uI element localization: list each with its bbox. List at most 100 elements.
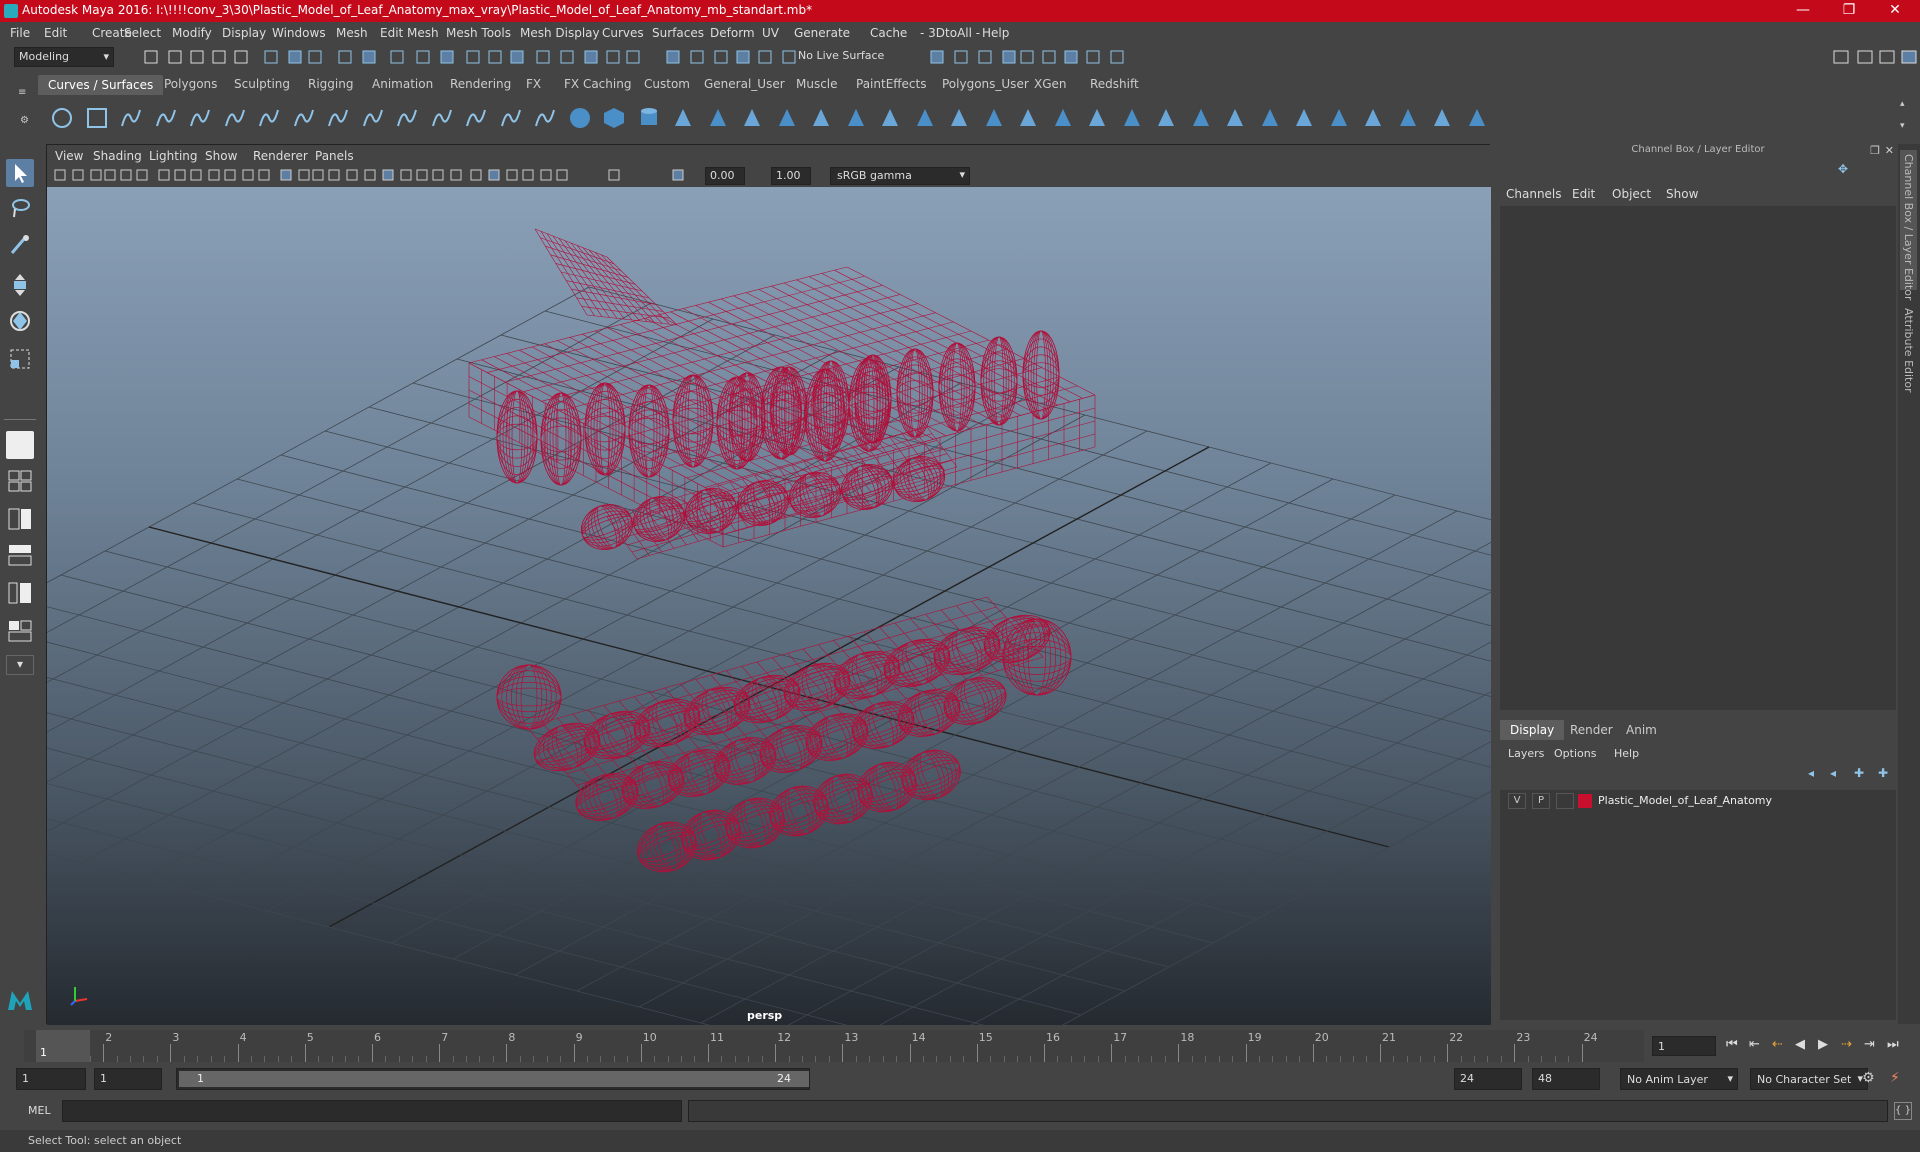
- extrude-icon[interactable]: [878, 106, 902, 130]
- select-object-icon[interactable]: [286, 48, 304, 66]
- time-slider[interactable]: 1234567891011121314151617181920212223241…: [0, 1030, 1920, 1062]
- step-forward-frame-icon[interactable]: ⇥: [1864, 1037, 1875, 1052]
- exposure-icon[interactable]: [555, 168, 569, 182]
- layer-menu-layers[interactable]: Layers: [1508, 747, 1544, 760]
- move-layer-down-icon[interactable]: ◂: [1830, 766, 1836, 780]
- workspace-layout-icon[interactable]: [1832, 48, 1850, 66]
- panel-toggle-icon[interactable]: [1856, 48, 1874, 66]
- layer-tab-display[interactable]: Display: [1500, 720, 1565, 740]
- ep-curve-icon[interactable]: [154, 106, 178, 130]
- screen-ao-icon[interactable]: [415, 168, 429, 182]
- shelf-scroll-up-icon[interactable]: ▴: [1900, 99, 1905, 109]
- colorspace-dropdown[interactable]: sRGB gamma ▾: [830, 167, 970, 185]
- shelf-tab-sculpting[interactable]: Sculpting: [234, 77, 290, 91]
- ipr-render-icon[interactable]: [976, 48, 994, 66]
- minimize-button[interactable]: —: [1780, 0, 1826, 22]
- light-editor-icon[interactable]: [1062, 48, 1080, 66]
- select-component-icon[interactable]: [306, 48, 324, 66]
- menu-modify[interactable]: Modify: [172, 26, 212, 40]
- lasso-tool-icon[interactable]: [6, 195, 34, 223]
- new-scene-icon[interactable]: [142, 48, 160, 66]
- exposure-field[interactable]: 0.00: [705, 167, 745, 185]
- smooth-shade-icon[interactable]: [297, 168, 311, 182]
- surface-edit-icon[interactable]: [1465, 106, 1489, 130]
- shelf-menu-icon[interactable]: ≡: [18, 87, 26, 98]
- playback-start-field[interactable]: 1: [94, 1068, 162, 1090]
- plane-icon[interactable]: [706, 106, 730, 130]
- new-layer-icon[interactable]: ✚: [1854, 766, 1864, 780]
- sculpt-tool-icon[interactable]: [1430, 106, 1454, 130]
- grease-pencil-icon[interactable]: [135, 168, 149, 182]
- side-tab-attribute-editor[interactable]: Attribute Editor: [1900, 304, 1917, 397]
- range-bar[interactable]: 1 24: [176, 1068, 810, 1090]
- auto-key-icon[interactable]: ⚡: [1890, 1070, 1900, 1086]
- viewport-menu-panels[interactable]: Panels: [315, 149, 354, 163]
- channel-menu-edit[interactable]: Edit: [1572, 187, 1595, 201]
- viewport-menu-shading[interactable]: Shading: [93, 149, 142, 163]
- end-time-field[interactable]: 48: [1532, 1068, 1600, 1090]
- construction-history-icon[interactable]: [508, 48, 526, 66]
- input-ops-icon[interactable]: [582, 48, 600, 66]
- channel-menu-object[interactable]: Object: [1612, 187, 1651, 201]
- snap-curve-icon[interactable]: [360, 48, 378, 66]
- detach-surface-icon[interactable]: [1223, 106, 1247, 130]
- rotate-tool-icon[interactable]: [6, 307, 34, 335]
- birail-icon[interactable]: [913, 106, 937, 130]
- time-ruler[interactable]: 1234567891011121314151617181920212223241: [24, 1030, 1644, 1062]
- motion-blur-icon[interactable]: [431, 168, 445, 182]
- menu-3dtoall[interactable]: - 3DtoAll -: [920, 26, 980, 40]
- attach-curves-icon[interactable]: [292, 106, 316, 130]
- viewport-menu-show[interactable]: Show: [205, 149, 237, 163]
- shelf-tab-painteffects[interactable]: PaintEffects: [856, 77, 926, 91]
- hypershade-icon[interactable]: [1018, 48, 1036, 66]
- shelf-tab-rigging[interactable]: Rigging: [308, 77, 353, 91]
- close-panel-icon[interactable]: ✕: [1885, 144, 1894, 157]
- scene-view[interactable]: persp: [47, 187, 1491, 1025]
- float-panel-icon[interactable]: ❐: [1870, 144, 1880, 157]
- two-view-layout-icon[interactable]: [6, 505, 34, 533]
- open-scene-icon[interactable]: [166, 48, 184, 66]
- rebuild-surface-icon[interactable]: [1396, 106, 1420, 130]
- loft-icon[interactable]: [809, 106, 833, 130]
- go-to-end-icon[interactable]: ⏭: [1887, 1037, 1899, 1052]
- character-set-dropdown[interactable]: No Character Set ▾: [1750, 1068, 1868, 1090]
- soft-select-icon[interactable]: [688, 48, 706, 66]
- menu-curves[interactable]: Curves: [602, 26, 644, 40]
- paint-select-icon[interactable]: [6, 231, 34, 259]
- extend-curve-icon[interactable]: [395, 106, 419, 130]
- extend-surface-icon[interactable]: [1361, 106, 1385, 130]
- bevel-icon[interactable]: [1016, 106, 1040, 130]
- render-settings-icon[interactable]: [1000, 48, 1018, 66]
- rebuild-curve-icon[interactable]: [464, 106, 488, 130]
- xray-active-icon[interactable]: [505, 168, 519, 182]
- maya-home-icon[interactable]: [6, 985, 34, 1013]
- step-forward-key-icon[interactable]: ⇢: [1841, 1037, 1852, 1052]
- detach-curves-icon[interactable]: [326, 106, 350, 130]
- script-editor-icon[interactable]: { }: [1894, 1102, 1912, 1120]
- channel-box-toggle-icon[interactable]: [1900, 48, 1918, 66]
- channel-menu-show[interactable]: Show: [1666, 187, 1698, 201]
- snap-view-plane-icon[interactable]: [414, 48, 432, 66]
- channel-menu-channels[interactable]: Channels: [1506, 187, 1562, 201]
- more-layouts-icon[interactable]: ▾: [6, 655, 34, 675]
- leaf-anatomy-wireframe-model[interactable]: [47, 187, 1491, 1025]
- snap-point-icon[interactable]: [388, 48, 406, 66]
- camera-icons-icon[interactable]: [1084, 48, 1102, 66]
- insert-isoparm-icon[interactable]: [1327, 106, 1351, 130]
- grid-icon[interactable]: [157, 168, 171, 182]
- hypershade-layout-icon[interactable]: [6, 617, 34, 645]
- menu-uv[interactable]: UV: [762, 26, 779, 40]
- shadows-icon[interactable]: [399, 168, 413, 182]
- step-back-frame-icon[interactable]: ⇤: [1749, 1037, 1760, 1052]
- shelf-settings-icon[interactable]: ⚙: [20, 115, 29, 126]
- trim-icon[interactable]: [1120, 106, 1144, 130]
- single-view-layout-icon[interactable]: [6, 431, 34, 459]
- cylinder-icon[interactable]: [637, 106, 661, 130]
- menu-generate[interactable]: Generate: [794, 26, 850, 40]
- safe-title-icon[interactable]: [257, 168, 271, 182]
- cone-icon[interactable]: [671, 106, 695, 130]
- layer-color-swatch[interactable]: [1578, 794, 1592, 808]
- shelf-tab-rendering[interactable]: Rendering: [450, 77, 511, 91]
- resolution-gate-icon[interactable]: [189, 168, 203, 182]
- shelf-tab-animation[interactable]: Animation: [372, 77, 433, 91]
